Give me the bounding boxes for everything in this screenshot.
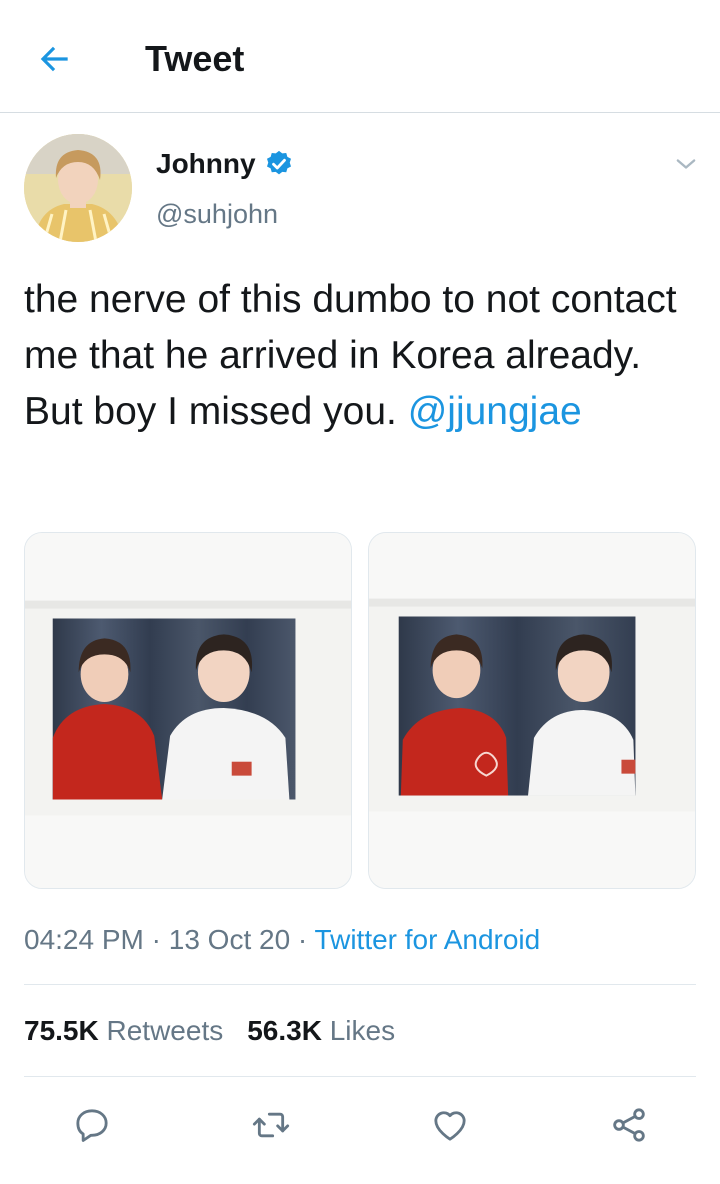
arrow-left-icon: [40, 46, 68, 72]
tweet-source-link[interactable]: Twitter for Android: [315, 924, 541, 955]
likes-count: 56.3K: [247, 1015, 322, 1046]
author-handle[interactable]: @suhjohn: [156, 196, 278, 232]
chevron-down-icon[interactable]: [672, 150, 700, 178]
retweets-stat[interactable]: 75.5K Retweets: [24, 1015, 223, 1046]
tweet-stats: 75.5K Retweets 56.3K Likes: [24, 1012, 395, 1050]
avatar[interactable]: [24, 134, 132, 242]
tweet-meta: 04:24 PM · 13 Oct 20 · Twitter for Andro…: [24, 921, 540, 959]
author-row: Johnny: [156, 146, 294, 182]
like-icon: [434, 1111, 466, 1141]
reply-button[interactable]: [67, 1100, 117, 1150]
likes-label: Likes: [329, 1015, 396, 1046]
tweet-time: 04:24 PM: [24, 924, 144, 955]
verified-badge-icon: [266, 150, 291, 175]
retweets-label: Retweets: [106, 1015, 224, 1046]
divider: [24, 1076, 696, 1077]
top-bar: Tweet: [0, 0, 720, 113]
share-icon: [613, 1108, 645, 1142]
author-name[interactable]: Johnny: [156, 146, 256, 182]
photo-1[interactable]: [24, 532, 352, 889]
retweet-button[interactable]: [246, 1100, 296, 1150]
mention-link[interactable]: @jjungjae: [408, 390, 582, 433]
retweets-count: 75.5K: [24, 1015, 99, 1046]
share-button[interactable]: [604, 1100, 654, 1150]
media-grid: [24, 532, 696, 889]
page-title: Tweet: [145, 38, 245, 79]
tweet-text: the nerve of this dumbo to not contact m…: [24, 272, 696, 440]
likes-stat[interactable]: 56.3K Likes: [247, 1015, 395, 1046]
retweet-icon: [252, 1112, 290, 1138]
divider: [24, 984, 696, 985]
back-button[interactable]: [32, 36, 78, 82]
action-bar: [0, 1100, 720, 1150]
like-button[interactable]: [425, 1100, 475, 1150]
meta-separator: ·: [290, 924, 315, 955]
photo-2[interactable]: [368, 532, 696, 889]
tweet-date: 13 Oct 20: [168, 924, 291, 955]
reply-icon: [76, 1109, 108, 1142]
meta-separator: ·: [143, 924, 169, 955]
